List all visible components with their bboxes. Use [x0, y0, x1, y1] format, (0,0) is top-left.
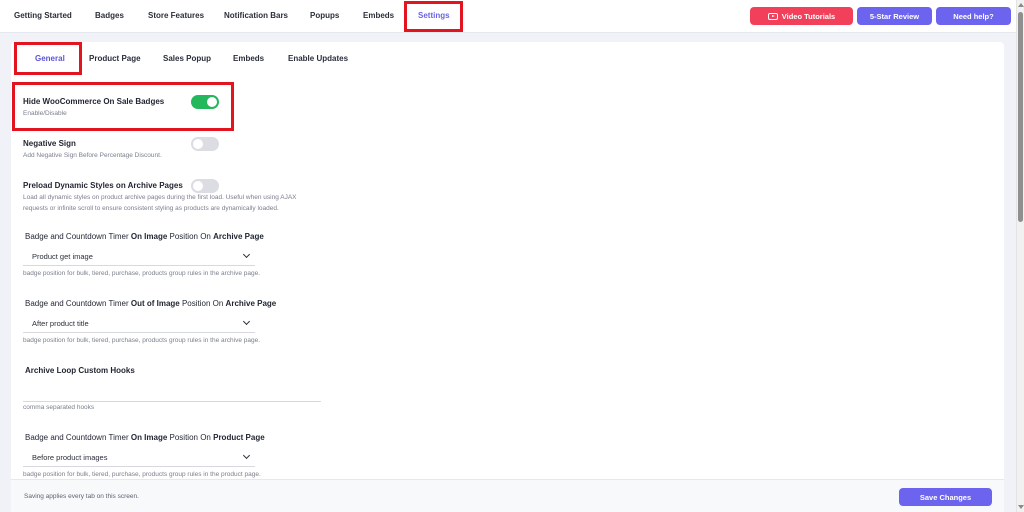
settings-footer: Saving applies every tab on this screen.…: [11, 479, 1004, 512]
custom-hooks-hint: comma separated hooks: [23, 404, 95, 411]
chevron-down-icon: [242, 317, 251, 326]
hide-sale-badges-toggle[interactable]: [191, 95, 219, 109]
page-scrollbar[interactable]: [1016, 0, 1024, 512]
scroll-down-icon[interactable]: [1018, 505, 1024, 509]
archive-on-image-value: Product get image: [32, 252, 93, 261]
nav-notification-bars[interactable]: Notification Bars: [224, 11, 288, 20]
video-play-icon: [767, 12, 778, 20]
custom-hooks-input[interactable]: [23, 386, 321, 402]
nav-embeds[interactable]: Embeds: [363, 11, 394, 20]
settings-card: General Product Page Sales Popup Embeds …: [11, 42, 1004, 512]
product-on-image-select[interactable]: Before product images: [23, 450, 255, 467]
chevron-down-icon: [242, 250, 251, 259]
scrollbar-thumb[interactable]: [1018, 12, 1023, 222]
save-changes-button[interactable]: Save Changes: [899, 488, 992, 506]
hide-sale-badges-desc: Enable/Disable: [23, 110, 67, 117]
toggle-knob: [193, 181, 203, 191]
nav-store-features[interactable]: Store Features: [148, 11, 204, 20]
top-bar: Getting Started Badges Store Features No…: [0, 0, 1016, 33]
highlight-general-tab: [14, 42, 82, 75]
product-on-image-value: Before product images: [32, 453, 108, 462]
archive-out-image-title: Badge and Countdown Timer Out of Image P…: [25, 299, 277, 308]
nav-badges[interactable]: Badges: [95, 11, 124, 20]
need-help-button[interactable]: Need help?: [936, 7, 1011, 25]
archive-on-image-select[interactable]: Product get image: [23, 249, 255, 266]
scroll-up-icon[interactable]: [1018, 3, 1024, 7]
tab-enable-updates[interactable]: Enable Updates: [288, 54, 348, 63]
negative-sign-toggle[interactable]: [191, 137, 219, 151]
toggle-knob: [207, 97, 217, 107]
product-on-image-hint: badge position for bulk, tiered, purchas…: [23, 471, 261, 478]
nav-getting-started[interactable]: Getting Started: [14, 11, 72, 20]
preload-styles-toggle[interactable]: [191, 179, 219, 193]
tab-embeds[interactable]: Embeds: [233, 54, 264, 63]
hide-sale-badges-title: Hide WooCommerce On Sale Badges: [23, 97, 165, 106]
toggle-knob: [193, 139, 203, 149]
archive-out-image-value: After product title: [32, 319, 89, 328]
tab-product-page[interactable]: Product Page: [89, 54, 141, 63]
archive-on-image-hint: badge position for bulk, tiered, purchas…: [23, 270, 261, 277]
preload-styles-title: Preload Dynamic Styles on Archive Pages: [23, 181, 183, 190]
product-on-image-title: Badge and Countdown Timer On Image Posit…: [25, 433, 265, 442]
nav-popups[interactable]: Popups: [310, 11, 339, 20]
tab-sales-popup[interactable]: Sales Popup: [163, 54, 211, 63]
archive-out-image-select[interactable]: After product title: [23, 316, 255, 333]
archive-out-image-hint: badge position for bulk, tiered, purchas…: [23, 337, 261, 344]
footer-note: Saving applies every tab on this screen.: [24, 493, 139, 500]
custom-hooks-title: Archive Loop Custom Hooks: [25, 366, 135, 375]
archive-on-image-title: Badge and Countdown Timer On Image Posit…: [25, 232, 264, 241]
five-star-review-label: 5-Star Review: [869, 11, 920, 21]
video-tutorials-button[interactable]: Video Tutorials: [750, 7, 853, 25]
highlight-settings-tab: [404, 1, 463, 32]
chevron-down-icon: [242, 451, 251, 460]
video-tutorials-label: Video Tutorials: [781, 11, 836, 21]
preload-styles-desc: Load all dynamic styles on product archi…: [23, 194, 297, 212]
negative-sign-title: Negative Sign: [23, 139, 76, 148]
five-star-review-button[interactable]: 5-Star Review: [857, 7, 932, 25]
negative-sign-desc: Add Negative Sign Before Percentage Disc…: [23, 152, 162, 159]
need-help-label: Need help?: [953, 11, 994, 21]
